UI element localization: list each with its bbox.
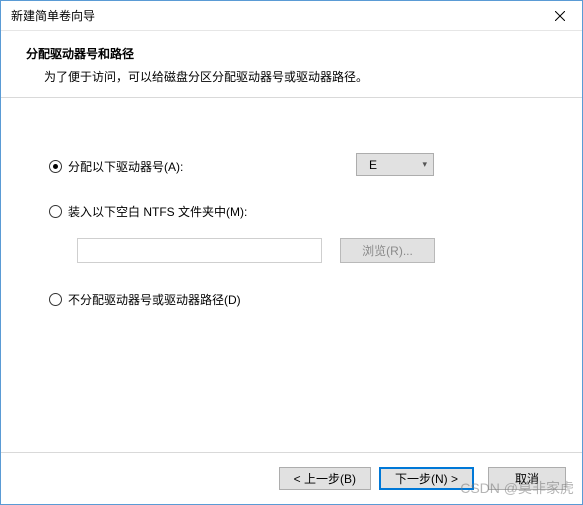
next-button[interactable]: 下一步(N) > [379,467,474,490]
close-icon [555,11,565,21]
chevron-down-icon: ▾ [422,159,427,170]
wizard-footer: < 上一步(B) 下一步(N) > 取消 [1,452,582,504]
cancel-button[interactable]: 取消 [488,467,566,490]
radio-mount-folder-label: 装入以下空白 NTFS 文件夹中(M): [68,203,247,220]
back-button[interactable]: < 上一步(B) [279,467,371,490]
page-title: 分配驱动器号和路径 [26,45,557,62]
radio-no-assign-label: 不分配驱动器号或驱动器路径(D) [68,291,241,308]
drive-letter-value: E [369,158,377,172]
radio-assign-letter[interactable] [49,160,62,173]
drive-letter-select[interactable]: E ▾ [356,153,434,176]
titlebar: 新建简单卷向导 [1,1,582,31]
close-button[interactable] [537,1,582,30]
option-mount-folder: 装入以下空白 NTFS 文件夹中(M): [49,203,534,220]
option-no-assign: 不分配驱动器号或驱动器路径(D) [49,291,534,308]
browse-button: 浏览(R)... [340,238,435,263]
mount-path-input [77,238,322,263]
radio-no-assign[interactable] [49,293,62,306]
wizard-content: 分配以下驱动器号(A): E ▾ 装入以下空白 NTFS 文件夹中(M): 浏览… [1,98,582,452]
window-title: 新建简单卷向导 [11,7,95,24]
wizard-window: 新建简单卷向导 分配驱动器号和路径 为了便于访问，可以给磁盘分区分配驱动器号或驱… [0,0,583,505]
option-assign-letter: 分配以下驱动器号(A): E ▾ [49,158,534,175]
wizard-header: 分配驱动器号和路径 为了便于访问，可以给磁盘分区分配驱动器号或驱动器路径。 [1,31,582,97]
page-description: 为了便于访问，可以给磁盘分区分配驱动器号或驱动器路径。 [44,68,557,85]
mount-folder-controls: 浏览(R)... [77,238,534,263]
radio-assign-letter-label: 分配以下驱动器号(A): [68,158,183,175]
radio-mount-folder[interactable] [49,205,62,218]
